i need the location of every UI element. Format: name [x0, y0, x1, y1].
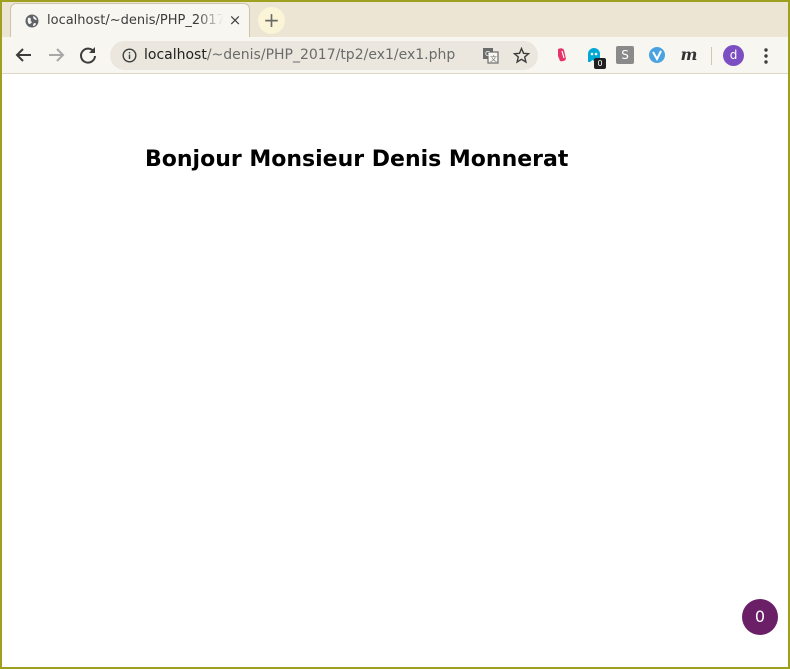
extension-m-icon[interactable]: m [680, 46, 698, 64]
extension-pink-icon[interactable] [553, 46, 571, 64]
globe-icon [25, 14, 39, 28]
reload-icon[interactable] [77, 44, 99, 66]
forward-icon[interactable] [45, 44, 67, 66]
kebab-menu-icon[interactable] [762, 46, 770, 66]
svg-text:文: 文 [490, 54, 497, 63]
url-path: /~denis/PHP_2017/tp2/ex1/ex1.php [206, 47, 456, 63]
page-title: Bonjour Monsieur Denis Monnerat [145, 147, 569, 172]
avatar[interactable]: d [723, 45, 744, 66]
toolbar-separator [711, 47, 712, 65]
url-host: localhost [144, 47, 207, 63]
info-icon[interactable] [122, 48, 137, 63]
translate-icon[interactable]: G 文 [482, 47, 499, 64]
browser-window: localhost/~denis/PHP_2017/tp2/ex1/ex1.ph… [2, 2, 788, 667]
page-content: Bonjour Monsieur Denis Monnerat 0 [2, 75, 788, 667]
tab-title: localhost/~denis/PHP_2017/tp2/ex1/ex1.ph… [47, 13, 223, 28]
address-bar[interactable]: localhost/~denis/PHP_2017/tp2/ex1/ex1.ph… [110, 41, 538, 70]
close-icon[interactable]: × [227, 12, 243, 28]
tab-active[interactable]: localhost/~denis/PHP_2017/tp2/ex1/ex1.ph… [10, 3, 250, 37]
floating-badge-button[interactable]: 0 [742, 599, 778, 635]
url-text: localhost/~denis/PHP_2017/tp2/ex1/ex1.ph… [144, 47, 455, 63]
star-icon[interactable] [513, 47, 530, 64]
ghost-badge-count: 0 [594, 58, 606, 69]
tab-strip: localhost/~denis/PHP_2017/tp2/ex1/ex1.ph… [2, 2, 788, 37]
toolbar: localhost/~denis/PHP_2017/tp2/ex1/ex1.ph… [2, 37, 788, 74]
back-icon[interactable] [13, 44, 35, 66]
extension-v-icon[interactable] [648, 46, 666, 64]
plus-icon[interactable]: + [258, 7, 285, 34]
extension-s-icon[interactable]: S [616, 46, 634, 64]
